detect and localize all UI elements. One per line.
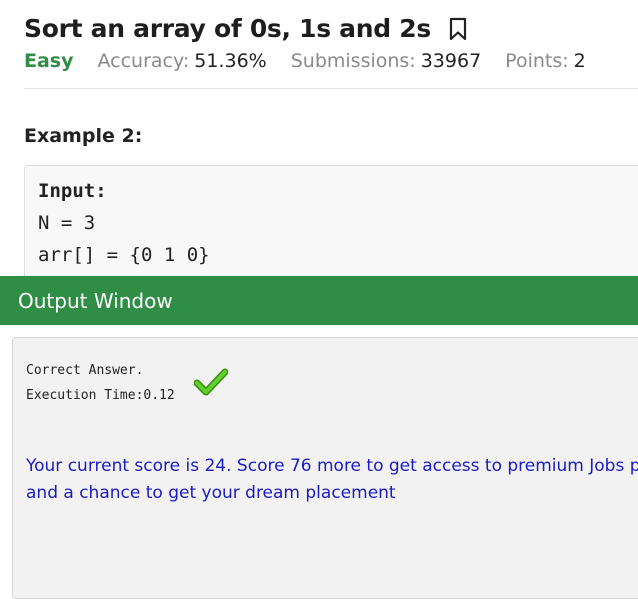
- bookmark-icon[interactable]: [449, 17, 467, 41]
- header-divider: [24, 88, 638, 89]
- execution-time: Execution Time:0.12: [26, 388, 175, 403]
- problem-meta: Easy Accuracy: 51.36% Submissions: 33967…: [24, 50, 610, 72]
- accuracy-label: Accuracy:: [97, 50, 190, 72]
- submissions-label: Submissions:: [290, 50, 416, 72]
- difficulty-badge: Easy: [24, 50, 74, 72]
- output-window-title: Output Window: [18, 288, 173, 313]
- problem-title-text: Sort an array of 0s, 1s and 2s: [24, 14, 431, 43]
- correct-answer-row: Correct Answer.: [26, 358, 229, 396]
- output-window-panel: Correct Answer. Execution Time:0.12 Your…: [12, 337, 638, 599]
- points-value: 2: [573, 50, 586, 72]
- output-window-header: Output Window: [0, 276, 638, 325]
- points-label: Points:: [505, 50, 569, 72]
- problem-title: Sort an array of 0s, 1s and 2s: [24, 14, 467, 43]
- example-heading: Example 2:: [24, 125, 143, 147]
- example-line-arr: arr[] = {0 1 0}: [38, 244, 210, 266]
- example-line-n: N = 3: [38, 212, 96, 234]
- check-icon: [147, 352, 229, 396]
- score-message: Your current score is 24. Score 76 more …: [26, 456, 638, 503]
- accuracy-value: 51.36%: [194, 50, 267, 72]
- correct-answer-text: Correct Answer.: [26, 362, 144, 378]
- example-input-label: Input:: [38, 180, 107, 202]
- submissions-value: 33967: [420, 50, 482, 72]
